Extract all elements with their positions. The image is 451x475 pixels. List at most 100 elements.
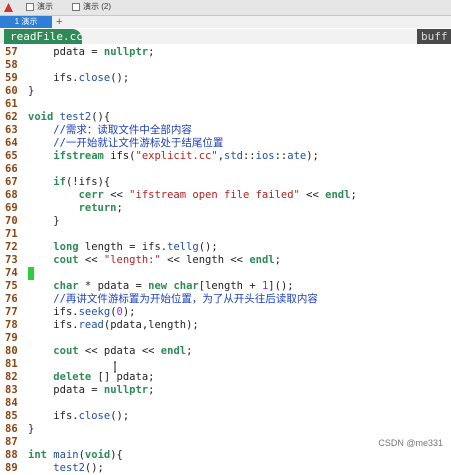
line-text: char * pdata = new char[length + 1](); — [53, 280, 294, 292]
vim-tabline: readFile.cc buff — [0, 29, 451, 45]
line-text: ifs.seekg(0); — [53, 306, 136, 318]
line-number: 76 — [5, 293, 18, 305]
line-text: //一开始就让文件游标处于结尾位置 — [28, 137, 224, 149]
code-line: 68 cerr << "ifstream open file failed" <… — [0, 189, 451, 202]
window-toolbar: 演示 演示 (2) — [0, 0, 451, 16]
line-text: void test2(){ — [28, 111, 111, 123]
line-number: 67 — [5, 176, 18, 188]
code-line: 81 — [0, 358, 451, 371]
line-text: if(!ifs){ — [53, 176, 111, 188]
line-number: 71 — [5, 228, 18, 240]
line-text: //需求：读取文件中全部内容 — [28, 124, 192, 136]
code-line: 67 if(!ifs){ — [0, 176, 451, 189]
line-text: ifs.close(); — [53, 410, 130, 422]
line-number: 59 — [5, 72, 18, 84]
code-editor[interactable]: 57 pdata = nullptr; 58 59 ifs.close(); 60} 6… — [0, 44, 451, 474]
code-line: 78 ifs.read(pdata,length); — [0, 319, 451, 332]
code-line: 60} — [0, 85, 451, 98]
code-line: 80 cout << pdata << endl; — [0, 345, 451, 358]
code-line: 63 //需求：读取文件中全部内容 — [0, 124, 451, 137]
line-text: return; — [78, 202, 123, 214]
code-line: 79 — [0, 332, 451, 345]
code-line: 65 ifstream ifs("explicit.cc",std::ios::… — [0, 150, 451, 163]
mouse-caret-icon — [114, 361, 116, 373]
line-number: 65 — [5, 150, 18, 162]
code-line: 74 — [0, 267, 451, 280]
code-line: 89 test2(); — [0, 462, 451, 475]
code-line: 73 cout << "length:" << length << endl; — [0, 254, 451, 267]
line-text: } — [28, 85, 35, 97]
line-text: //再讲文件游标置为开始位置，为了从开头往后读取内容 — [28, 293, 318, 305]
line-number: 77 — [5, 306, 18, 318]
line-text: ifstream ifs("explicit.cc",std::ios::ate… — [53, 150, 319, 162]
code-line: 59 ifs.close(); — [0, 72, 451, 85]
line-number: 83 — [5, 384, 18, 396]
line-text: ifs.read(pdata,length); — [53, 319, 199, 331]
code-line: 61 — [0, 98, 451, 111]
line-number: 86 — [5, 423, 18, 435]
session-tab-active[interactable]: 1 演示 — [0, 16, 52, 28]
line-number: 63 — [5, 124, 18, 136]
code-line: 58 — [0, 59, 451, 72]
line-text: cout << pdata << endl; — [53, 345, 193, 357]
app-icon[interactable] — [4, 3, 13, 12]
code-line: 57 pdata = nullptr; — [0, 46, 451, 59]
line-text: cerr << "ifstream open file failed" << e… — [78, 189, 357, 201]
line-text: } — [28, 215, 60, 227]
line-text: pdata = nullptr; — [53, 384, 155, 396]
line-text: cout << "length:" << length << endl; — [53, 254, 281, 266]
code-line: 66 — [0, 163, 451, 176]
line-number: 78 — [5, 319, 18, 331]
code-line: 83 pdata = nullptr; — [0, 384, 451, 397]
line-text: long length = ifs.tellg(); — [53, 241, 218, 253]
line-number: 80 — [5, 345, 18, 357]
line-number: 68 — [5, 189, 18, 201]
line-text: test2(); — [53, 462, 104, 474]
code-line: 85 ifs.close(); — [0, 410, 451, 423]
line-number: 74 — [5, 267, 18, 279]
code-line: 84 — [0, 397, 451, 410]
line-number: 85 — [5, 410, 18, 422]
add-tab-button[interactable]: + — [56, 16, 62, 28]
line-number: 79 — [5, 332, 18, 344]
code-line: 62 void test2(){ — [0, 111, 451, 124]
line-number: 81 — [5, 358, 18, 370]
line-number: 60 — [5, 85, 18, 97]
code-line: 77 ifs.seekg(0); — [0, 306, 451, 319]
line-number: 57 — [5, 46, 18, 58]
line-number: 87 — [5, 436, 18, 448]
line-number: 61 — [5, 98, 18, 110]
line-number: 84 — [5, 397, 18, 409]
line-text: ifs.close(); — [53, 72, 130, 84]
file-tab[interactable]: readFile.cc — [4, 29, 83, 44]
code-line: 72 long length = ifs.tellg(); — [0, 241, 451, 254]
code-line: 82 delete [] pdata; — [0, 371, 451, 384]
buffers-indicator: buff — [417, 29, 451, 44]
window-tab-demo-2[interactable]: 演示 (2) — [83, 1, 111, 12]
window-icon — [72, 3, 80, 11]
line-number: 69 — [5, 202, 18, 214]
line-number: 75 — [5, 280, 18, 292]
session-tabbar: 1 演示 + — [0, 16, 451, 28]
watermark: CSDN @me331 — [378, 438, 443, 448]
line-number: 64 — [5, 137, 18, 149]
line-text: pdata = nullptr; — [53, 46, 155, 58]
code-line: 71 — [0, 228, 451, 241]
code-line: 64 //一开始就让文件游标处于结尾位置 — [0, 137, 451, 150]
code-line: 69 return; — [0, 202, 451, 215]
text-cursor — [28, 267, 34, 280]
line-number: 72 — [5, 241, 18, 253]
code-line: 76 //再讲文件游标置为开始位置，为了从开头往后读取内容 — [0, 293, 451, 306]
line-number: 62 — [5, 111, 18, 123]
line-number: 58 — [5, 59, 18, 71]
code-line: 70 } — [0, 215, 451, 228]
line-text: } — [28, 423, 35, 435]
code-line: 75 char * pdata = new char[length + 1]()… — [0, 280, 451, 293]
line-number: 66 — [5, 163, 18, 175]
window-tab-demo[interactable]: 演示 — [37, 1, 53, 12]
line-number: 89 — [5, 462, 18, 474]
window-icon — [26, 3, 34, 11]
line-number: 70 — [5, 215, 18, 227]
line-number: 73 — [5, 254, 18, 266]
line-number: 82 — [5, 371, 18, 383]
